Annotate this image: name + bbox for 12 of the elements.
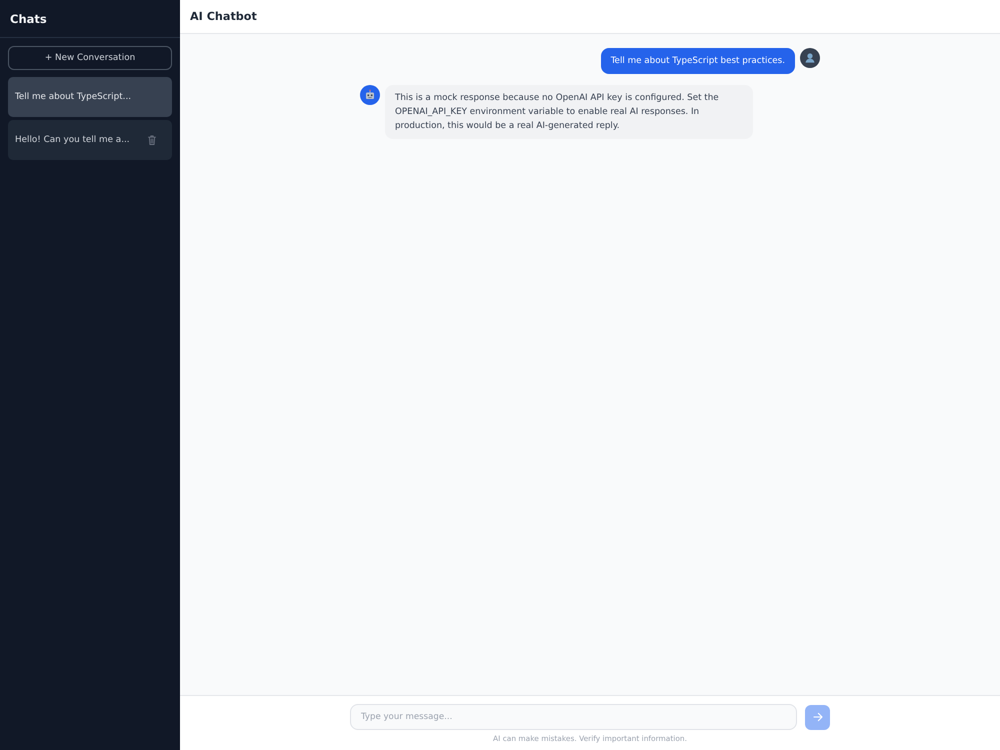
new-conversation-button[interactable]: + New Conversation (8, 46, 172, 70)
app-title: AI Chatbot (190, 10, 257, 23)
conversation-item[interactable]: Tell me about TypeScript... (8, 77, 172, 117)
message-input[interactable]: Type your message... (350, 704, 797, 730)
user-avatar-icon (800, 48, 820, 68)
trash-icon[interactable] (148, 135, 156, 145)
robot-avatar-icon (360, 85, 380, 105)
message-bubble: This is a mock response because no OpenAI API key is configured. Set the OPENAI_API_KEY environment variable to enable real AI responses. In production, this would be a real AI-generated reply. (385, 85, 753, 139)
arrow-right-icon (812, 712, 822, 722)
message-bubble: Tell me about TypeScript best practices. (600, 48, 795, 74)
sidebar-title: Chats (10, 12, 47, 26)
conversation-item[interactable]: Hello! Can you tell me a... (8, 120, 172, 160)
